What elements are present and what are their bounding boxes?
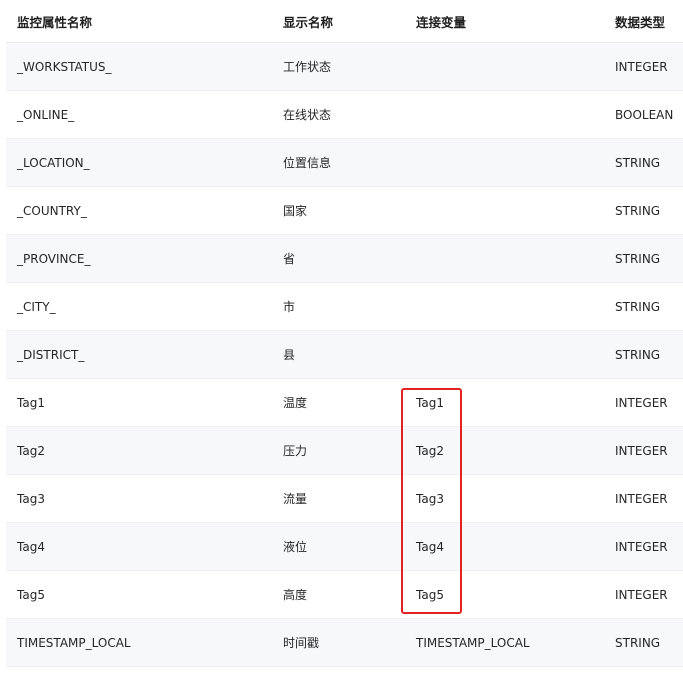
cell-display-name: 压力: [283, 444, 308, 458]
cell-attribute-name: _LOCATION_: [17, 155, 90, 170]
header-connect-variable[interactable]: 连接变量: [416, 12, 466, 31]
cell-connect-variable: Tag1: [416, 395, 444, 410]
cell-attribute-name: TIMESTAMP_LOCAL: [17, 635, 131, 650]
table-header: 监控属性名称 显示名称 连接变量 数据类型: [6, 0, 683, 43]
cell-attribute-name: Tag1: [17, 395, 45, 410]
cell-data-type: INTEGER: [615, 443, 668, 458]
cell-connect-variable: Tag2: [416, 443, 444, 458]
cell-connect-variable: Tag3: [416, 491, 444, 506]
cell-connect-variable: Tag5: [416, 587, 444, 602]
table-row[interactable]: Tag5 高度 Tag5 INTEGER: [6, 571, 683, 619]
cell-display-name: 县: [283, 348, 296, 362]
cell-data-type: STRING: [615, 203, 661, 218]
cell-attribute-name: _PROVINCE_: [17, 251, 91, 266]
cell-attribute-name: Tag4: [17, 539, 45, 554]
attribute-table: 监控属性名称 显示名称 连接变量 数据类型 _WORKSTATUS_ 工作状态 …: [6, 0, 683, 667]
cell-display-name: 高度: [283, 588, 308, 602]
cell-display-name: 流量: [283, 492, 308, 506]
table-row[interactable]: Tag4 液位 Tag4 INTEGER: [6, 523, 683, 571]
cell-display-name: 液位: [283, 540, 308, 554]
cell-data-type: INTEGER: [615, 587, 668, 602]
table-row[interactable]: _CITY_ 市 STRING: [6, 283, 683, 331]
cell-data-type: STRING: [615, 155, 661, 170]
cell-data-type: INTEGER: [615, 59, 668, 74]
cell-display-name: 在线状态: [283, 108, 332, 122]
cell-display-name: 市: [283, 300, 296, 314]
cell-attribute-name: _WORKSTATUS_: [17, 59, 112, 74]
cell-attribute-name: _CITY_: [17, 299, 56, 314]
table-row[interactable]: _COUNTRY_ 国家 STRING: [6, 187, 683, 235]
cell-connect-variable: Tag4: [416, 539, 444, 554]
header-display-name[interactable]: 显示名称: [283, 12, 333, 31]
cell-attribute-name: Tag3: [17, 491, 45, 506]
header-attribute-name[interactable]: 监控属性名称: [17, 12, 92, 31]
cell-display-name: 时间戳: [283, 636, 320, 650]
table-row[interactable]: _ONLINE_ 在线状态 BOOLEAN: [6, 91, 683, 139]
cell-data-type: STRING: [615, 299, 661, 314]
cell-display-name: 温度: [283, 396, 308, 410]
cell-data-type: BOOLEAN: [615, 107, 674, 122]
cell-data-type: STRING: [615, 635, 661, 650]
cell-connect-variable: TIMESTAMP_LOCAL: [416, 635, 530, 650]
cell-data-type: INTEGER: [615, 491, 668, 506]
table-row[interactable]: _PROVINCE_ 省 STRING: [6, 235, 683, 283]
cell-data-type: INTEGER: [615, 395, 668, 410]
cell-data-type: INTEGER: [615, 539, 668, 554]
cell-attribute-name: Tag5: [17, 587, 45, 602]
cell-display-name: 位置信息: [283, 156, 332, 170]
table-row[interactable]: Tag3 流量 Tag3 INTEGER: [6, 475, 683, 523]
cell-display-name: 省: [283, 252, 296, 266]
header-data-type[interactable]: 数据类型: [615, 12, 665, 31]
cell-attribute-name: _DISTRICT_: [17, 347, 85, 362]
table-row[interactable]: _WORKSTATUS_ 工作状态 INTEGER: [6, 43, 683, 91]
cell-data-type: STRING: [615, 347, 661, 362]
cell-attribute-name: Tag2: [17, 443, 45, 458]
table-row[interactable]: _DISTRICT_ 县 STRING: [6, 331, 683, 379]
table-row[interactable]: Tag1 温度 Tag1 INTEGER: [6, 379, 683, 427]
table-row[interactable]: _LOCATION_ 位置信息 STRING: [6, 139, 683, 187]
cell-data-type: STRING: [615, 251, 661, 266]
cell-attribute-name: _ONLINE_: [17, 107, 75, 122]
table-row[interactable]: TIMESTAMP_LOCAL 时间戳 TIMESTAMP_LOCAL STRI…: [6, 619, 683, 667]
table-row[interactable]: Tag2 压力 Tag2 INTEGER: [6, 427, 683, 475]
cell-attribute-name: _COUNTRY_: [17, 203, 87, 218]
cell-display-name: 工作状态: [283, 60, 332, 74]
cell-display-name: 国家: [283, 204, 308, 218]
